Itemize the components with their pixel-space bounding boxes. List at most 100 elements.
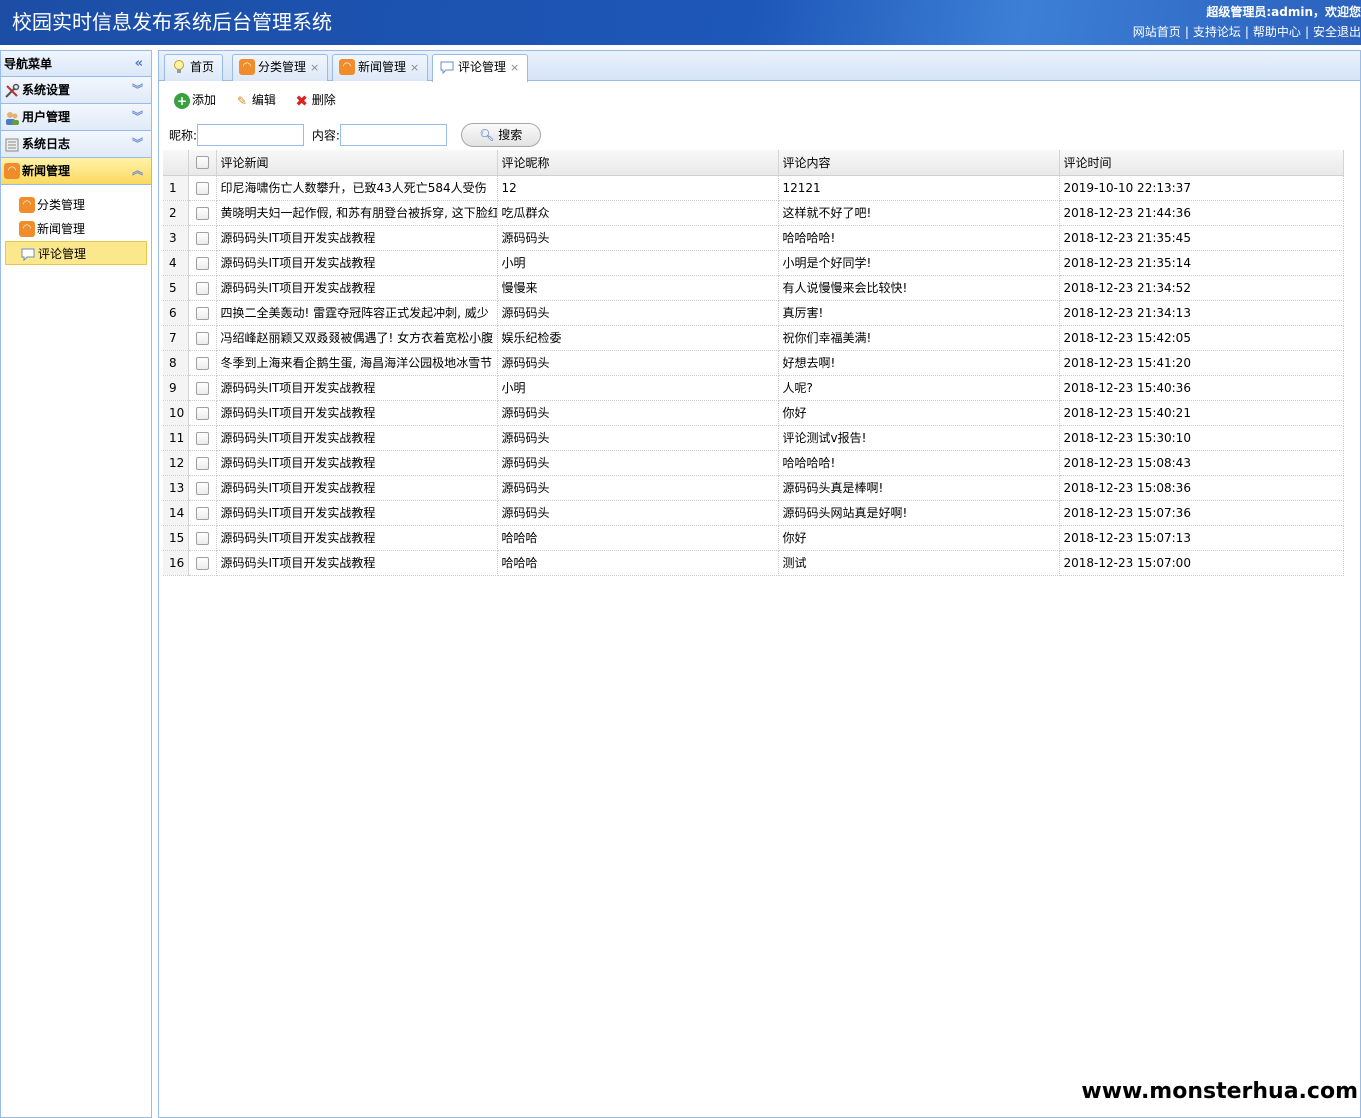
sidebar-item-category-management[interactable]: ◠ 分类管理 — [1, 193, 151, 217]
log-icon — [4, 136, 20, 152]
row-checkbox[interactable] — [195, 281, 209, 295]
cell-news: 源码码头IT项目开发实战教程 — [216, 275, 498, 301]
row-checkbox[interactable] — [195, 406, 209, 420]
edit-button[interactable]: ✎ 编辑 — [234, 91, 276, 109]
select-all-checkbox[interactable] — [195, 156, 209, 170]
row-checkbox-cell[interactable] — [188, 325, 217, 351]
cell-time: 2018-12-23 15:30:10 — [1059, 425, 1344, 451]
row-checkbox[interactable] — [195, 456, 209, 470]
row-checkbox-cell[interactable] — [188, 375, 217, 401]
row-checkbox[interactable] — [195, 506, 209, 520]
column-header-time[interactable]: 评论时间 — [1059, 150, 1344, 176]
rss-icon: ◠ — [4, 162, 20, 179]
delete-button[interactable]: ✖ 删除 — [294, 91, 335, 109]
row-checkbox[interactable] — [195, 331, 209, 345]
table-row[interactable]: 10 源码码头IT项目开发实战教程 源码码头 你好 2018-12-23 15:40:2… — [163, 400, 1344, 426]
nickname-input[interactable] — [197, 124, 305, 146]
table-row[interactable]: 7 冯绍峰赵丽颖又双叒叕被偶遇了! 女方衣着宽松小腹 娱乐纪检委 祝你们幸福美满! 20… — [163, 325, 1344, 351]
cell-nickname: 12 — [497, 175, 779, 201]
table-header-row: 评论新闻 评论昵称 评论内容 评论时间 — [163, 150, 1344, 176]
toolbar: + 添加 ✎ 编辑 ✖ 删除 — [159, 81, 1360, 121]
row-checkbox[interactable] — [195, 556, 209, 570]
table-row[interactable]: 2 黄晓明夫妇一起作假, 和苏有朋登台被拆穿, 这下脸红 吃瓜群众 这样就不好了吧! 2… — [163, 200, 1344, 226]
cell-time: 2018-12-23 21:34:52 — [1059, 275, 1344, 301]
row-checkbox-cell[interactable] — [188, 425, 217, 451]
row-checkbox-cell[interactable] — [188, 500, 217, 526]
row-checkbox[interactable] — [195, 431, 209, 445]
table-row[interactable]: 9 源码码头IT项目开发实战教程 小明 人呢? 2018-12-23 15:40:36 — [163, 375, 1344, 401]
column-header-nickname[interactable]: 评论昵称 — [497, 150, 779, 176]
cell-nickname: 吃瓜群众 — [497, 200, 779, 226]
cell-time: 2018-12-23 15:40:21 — [1059, 400, 1344, 426]
table-row[interactable]: 16 源码码头IT项目开发实战教程 哈哈哈 测试 2018-12-23 15:07:00 — [163, 550, 1344, 576]
row-checkbox[interactable] — [195, 206, 209, 220]
row-checkbox-cell[interactable] — [188, 550, 217, 576]
row-number: 12 — [163, 450, 189, 476]
sidebar-section-news-management[interactable]: ◠ 新闻管理 ︽ — [1, 158, 151, 185]
cell-time: 2019-10-10 22:13:37 — [1059, 175, 1344, 201]
tab-news-management[interactable]: ◠ 新闻管理 × — [332, 54, 429, 81]
row-checkbox-cell[interactable] — [188, 350, 217, 376]
row-checkbox[interactable] — [195, 481, 209, 495]
row-checkbox-cell[interactable] — [188, 275, 217, 301]
tab-home[interactable]: 首页 — [164, 54, 224, 81]
content-input[interactable] — [339, 124, 447, 146]
table-row[interactable]: 3 源码码头IT项目开发实战教程 源码码头 哈哈哈哈! 2018-12-23 21:35… — [163, 225, 1344, 251]
table-row[interactable]: 1 印尼海啸伤亡人数攀升，已致43人死亡584人受伤 12 12121 2019-10-… — [163, 175, 1344, 201]
sidebar-section-system-settings[interactable]: 系统设置 ︾ — [1, 77, 151, 104]
pencil-icon: ✎ — [236, 93, 247, 108]
row-checkbox-cell[interactable] — [188, 450, 217, 476]
close-icon[interactable]: × — [310, 61, 319, 74]
row-checkbox[interactable] — [195, 531, 209, 545]
tab-category-management[interactable]: ◠ 分类管理 × — [232, 54, 329, 81]
edit-button-label: 编辑 — [251, 93, 276, 107]
sidebar-section-user-management[interactable]: 用户管理 ︾ — [1, 104, 151, 131]
row-checkbox-cell[interactable] — [188, 200, 217, 226]
row-checkbox[interactable] — [195, 256, 209, 270]
cell-content: 祝你们幸福美满! — [778, 325, 1060, 351]
tools-icon — [4, 82, 20, 98]
row-checkbox-cell[interactable] — [188, 300, 217, 326]
table-row[interactable]: 5 源码码头IT项目开发实战教程 慢慢来 有人说慢慢来会比较快! 2018-12-23 … — [163, 275, 1344, 301]
table-row[interactable]: 4 源码码头IT项目开发实战教程 小明 小明是个好同学! 2018-12-23 21:3… — [163, 250, 1344, 276]
table-row[interactable]: 6 四换二全美轰动! 雷霆夺冠阵容正式发起冲刺, 威少 源码码头 真厉害! 2018-1… — [163, 300, 1344, 326]
sidebar-item-comment-management[interactable]: 评论管理 — [5, 241, 147, 265]
cell-time: 2018-12-23 15:07:13 — [1059, 525, 1344, 551]
add-button[interactable]: + 添加 — [174, 91, 216, 109]
table-row[interactable]: 14 源码码头IT项目开发实战教程 源码码头 源码码头网站真是好啊! 2018-12-2… — [163, 500, 1344, 526]
row-checkbox[interactable] — [195, 181, 209, 195]
close-icon[interactable]: × — [510, 61, 519, 74]
tab-comment-management[interactable]: 评论管理 × — [432, 54, 529, 82]
link-help-center[interactable]: 帮助中心 — [1253, 25, 1301, 39]
sidebar-section-system-log[interactable]: 系统日志 ︾ — [1, 131, 151, 158]
double-chevron-left-icon[interactable]: « — [135, 51, 143, 77]
search-button[interactable]: 🔍︎ 搜索 — [460, 123, 541, 147]
table-row[interactable]: 15 源码码头IT项目开发实战教程 哈哈哈 你好 2018-12-23 15:07:13 — [163, 525, 1344, 551]
row-checkbox[interactable] — [195, 306, 209, 320]
column-header-content[interactable]: 评论内容 — [778, 150, 1060, 176]
row-number: 5 — [163, 275, 189, 301]
row-checkbox[interactable] — [195, 356, 209, 370]
table-row[interactable]: 8 冬季到上海来看企鹅生蛋, 海昌海洋公园极地冰雪节 源码码头 好想去啊! 2018-1… — [163, 350, 1344, 376]
table-row[interactable]: 12 源码码头IT项目开发实战教程 源码码头 哈哈哈哈! 2018-12-23 15:0… — [163, 450, 1344, 476]
row-checkbox-cell[interactable] — [188, 250, 217, 276]
table-row[interactable]: 13 源码码头IT项目开发实战教程 源码码头 源码码头真是棒啊! 2018-12-23 … — [163, 475, 1344, 501]
link-logout[interactable]: 安全退出 — [1313, 25, 1361, 39]
row-checkbox-cell[interactable] — [188, 475, 217, 501]
row-checkbox-cell[interactable] — [188, 400, 217, 426]
table-row[interactable]: 11 源码码头IT项目开发实战教程 源码码头 评论测试v报告! 2018-12-23 1… — [163, 425, 1344, 451]
cell-news: 源码码头IT项目开发实战教程 — [216, 450, 498, 476]
row-checkbox-cell[interactable] — [188, 175, 217, 201]
column-header-news[interactable]: 评论新闻 — [216, 150, 498, 176]
row-checkbox[interactable] — [195, 381, 209, 395]
row-checkbox[interactable] — [195, 231, 209, 245]
select-all-checkbox-header[interactable] — [188, 150, 217, 176]
link-support-forum[interactable]: 支持论坛 — [1193, 25, 1241, 39]
link-site-home[interactable]: 网站首页 — [1133, 25, 1181, 39]
row-checkbox-cell[interactable] — [188, 525, 217, 551]
row-checkbox-cell[interactable] — [188, 225, 217, 251]
close-icon[interactable]: × — [410, 61, 419, 74]
chevron-down-icon: ︾ — [132, 137, 143, 150]
sidebar-item-news-management[interactable]: ◠ 新闻管理 — [1, 217, 151, 241]
chevron-down-icon: ︾ — [132, 83, 143, 96]
